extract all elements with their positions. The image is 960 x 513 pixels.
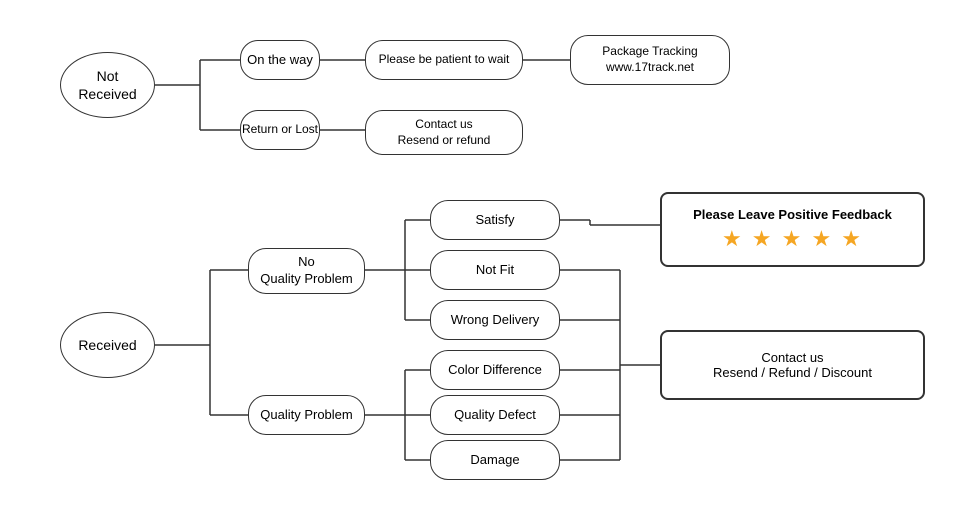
be-patient-label: Please be patient to wait [379, 52, 510, 68]
be-patient-node: Please be patient to wait [365, 40, 523, 80]
on-the-way-label: On the way [247, 52, 313, 69]
contact-resend-node: Contact us Resend or refund [365, 110, 523, 155]
color-difference-label: Color Difference [448, 362, 542, 379]
no-quality-node: No Quality Problem [248, 248, 365, 294]
not-received-label: Not Received [78, 67, 136, 103]
contact-us2-box: Contact us Resend / Refund / Discount [660, 330, 925, 400]
return-lost-label: Return or Lost [242, 122, 318, 138]
damage-node: Damage [430, 440, 560, 480]
quality-defect-label: Quality Defect [454, 407, 536, 424]
not-fit-node: Not Fit [430, 250, 560, 290]
damage-label: Damage [470, 452, 519, 469]
quality-defect-node: Quality Defect [430, 395, 560, 435]
wrong-delivery-node: Wrong Delivery [430, 300, 560, 340]
satisfy-node: Satisfy [430, 200, 560, 240]
package-tracking-node: Package Tracking www.17track.net [570, 35, 730, 85]
no-quality-label: No Quality Problem [260, 254, 352, 288]
received-label: Received [78, 336, 136, 354]
satisfy-label: Satisfy [475, 212, 514, 229]
contact-resend-label: Contact us Resend or refund [398, 117, 491, 148]
contact-us2-label: Contact us Resend / Refund / Discount [713, 350, 872, 380]
return-lost-node: Return or Lost [240, 110, 320, 150]
quality-problem-label: Quality Problem [260, 407, 352, 424]
on-the-way-node: On the way [240, 40, 320, 80]
not-fit-label: Not Fit [476, 262, 514, 279]
wrong-delivery-label: Wrong Delivery [451, 312, 540, 329]
received-node: Received [60, 312, 155, 378]
stars-display: ★ ★ ★ ★ ★ [722, 226, 863, 252]
not-received-node: Not Received [60, 52, 155, 118]
package-tracking-label: Package Tracking www.17track.net [602, 44, 697, 75]
feedback-box: Please Leave Positive Feedback ★ ★ ★ ★ ★ [660, 192, 925, 267]
quality-problem-node: Quality Problem [248, 395, 365, 435]
feedback-label: Please Leave Positive Feedback [693, 207, 892, 222]
color-difference-node: Color Difference [430, 350, 560, 390]
